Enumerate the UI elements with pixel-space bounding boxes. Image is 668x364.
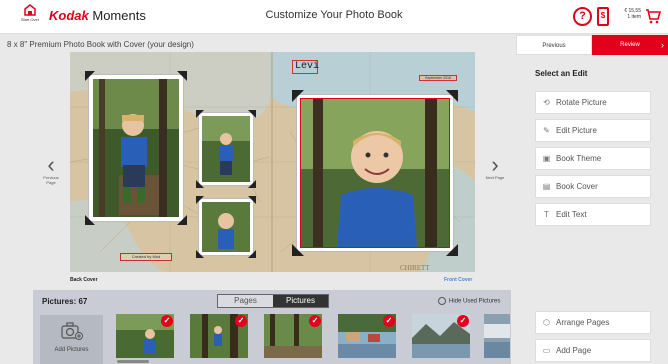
check-icon: ✓ [309,315,321,327]
add-page-button[interactable]: ▭ Add Page [535,339,651,362]
previous-page-button[interactable]: ‹ Previous Page [40,152,62,186]
start-over-label: Start Over [20,17,40,22]
hide-used-toggle[interactable]: Hide Used Pictures [438,297,500,305]
cart-summary[interactable]: € 15,55 1 item [613,8,641,20]
start-over-button[interactable]: Start Over [19,3,41,22]
add-page-label: Add Page [556,346,592,355]
photo-slot-back-small-1[interactable] [196,110,256,188]
previous-page-label: Previous Page [43,175,59,185]
photo-boy-smiling [202,202,250,252]
radio-icon [438,297,446,305]
cart-icon[interactable] [645,8,661,24]
book-theme-button[interactable]: ▣ Book Theme [535,147,651,170]
back-cover-label: Back Cover [70,277,98,283]
photo-boy-standing [202,116,250,182]
help-button[interactable]: ? [573,7,592,26]
home-icon [24,4,36,16]
picture-thumbnail[interactable]: ✓ [338,314,396,358]
photo-slot-back-large[interactable] [85,71,187,225]
arrange-pages-label: Arrange Pages [556,318,610,327]
book-theme-label: Book Theme [556,154,602,163]
previous-button[interactable]: Previous [516,35,592,55]
check-icon: ✓ [457,315,469,327]
tray-scrollbar[interactable] [117,360,149,363]
tab-pictures[interactable]: Pictures [273,295,328,307]
cover-date-text[interactable]: September 2018 [419,75,457,81]
check-icon: ✓ [235,315,247,327]
cover-title-text[interactable]: Levi [292,60,319,74]
photo-slot-front-cover[interactable] [292,90,458,256]
add-photo-icon [60,322,83,340]
created-by-tag[interactable]: Created by Mod [120,253,172,261]
rotate-picture-label: Rotate Picture [556,98,607,107]
tab-pages[interactable]: Pages [218,295,273,307]
add-pictures-label: Add Pictures [54,347,89,353]
arrange-icon: ⬡ [543,318,550,327]
next-page-button[interactable]: › Next Page [484,152,506,181]
chevron-right-icon: › [661,40,664,50]
edit-text-button[interactable]: T Edit Text [535,203,651,226]
hide-used-label: Hide Used Pictures [449,298,501,305]
photo-boy-on-stump [93,79,179,217]
map-text: CHIRETT [400,264,430,272]
edit-picture-label: Edit Picture [556,126,597,135]
chevron-right-icon: › [491,152,499,177]
review-button[interactable]: Review › [592,35,668,55]
edit-icon: ✎ [543,126,550,135]
select-edit-heading: Select an Edit [535,69,588,78]
app-header: Start Over Kodak Moments Customize Your … [0,0,668,34]
book-spread[interactable]: CHIRETT Created by Mod Levi September 20… [70,52,475,272]
picture-thumbnail[interactable] [484,314,510,358]
picture-thumbnail[interactable]: ✓ [116,314,174,358]
brand-suffix: Moments [92,8,146,23]
theme-icon: ▣ [542,154,551,163]
next-page-label: Next Page [485,175,505,180]
arrange-pages-button[interactable]: ⬡ Arrange Pages [535,311,651,334]
add-pictures-button[interactable]: Add Pictures [40,315,103,364]
brand-name: Kodak [49,8,89,23]
book-title: 8 x 8" Premium Photo Book with Cover (yo… [7,40,194,49]
book-cover-icon: ▤ [542,182,551,191]
cart-items: 1 item [627,14,641,20]
chevron-left-icon: ‹ [47,152,55,177]
picture-thumbnail[interactable]: ✓ [190,314,248,358]
photo-slot-back-small-2[interactable] [196,196,256,258]
photo-selection-border [300,98,450,248]
review-label: Review [620,42,640,48]
pictures-count: Pictures: 67 [42,297,88,306]
front-cover-label: Front Cover [444,277,473,283]
check-icon: ✓ [383,315,395,327]
rotate-picture-button[interactable]: ⟲ Rotate Picture [535,91,651,114]
check-icon: ✓ [161,315,173,327]
edit-picture-button[interactable]: ✎ Edit Picture [535,119,651,142]
thumbnail-image [484,314,510,358]
picture-thumbnail[interactable]: ✓ [412,314,470,358]
add-page-icon: ▭ [542,346,551,355]
edit-text-label: Edit Text [556,210,587,219]
price-icon[interactable]: $ [597,7,609,26]
book-cover-button[interactable]: ▤ Book Cover [535,175,651,198]
text-icon: T [544,210,549,219]
book-cover-label: Book Cover [556,182,598,191]
tray-tabs: Pages Pictures [217,294,329,308]
brand-logo: Kodak Moments [49,8,146,23]
rotate-icon: ⟲ [543,98,550,107]
picture-thumbnail[interactable]: ✓ [264,314,322,358]
